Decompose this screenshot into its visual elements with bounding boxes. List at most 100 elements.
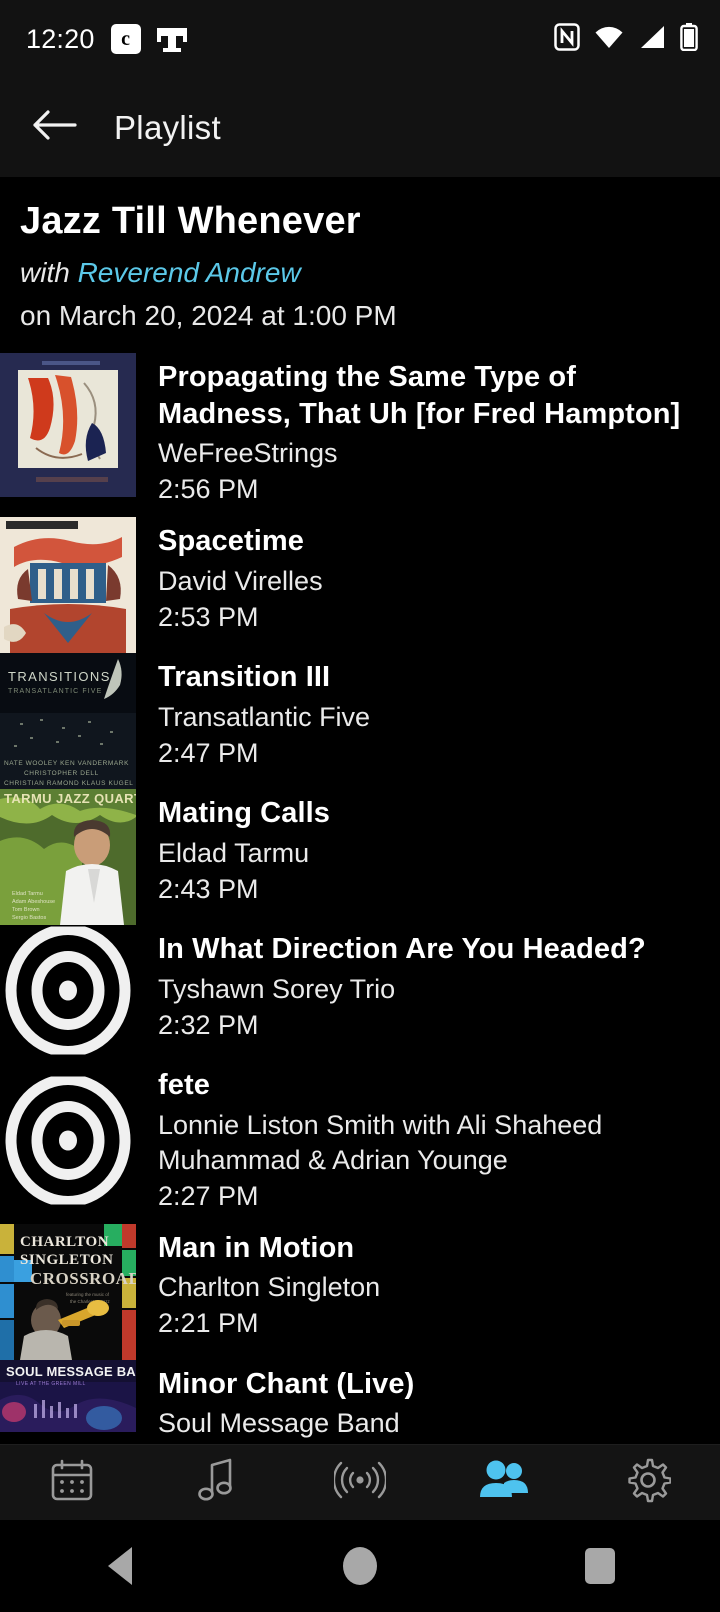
nav-item-live[interactable] <box>288 1445 432 1520</box>
track-title: Mating Calls <box>158 797 330 830</box>
svg-text:TARMU JAZZ QUARTET: TARMU JAZZ QUARTET <box>4 791 136 806</box>
carrier-badge-icon: c <box>110 24 141 54</box>
track-time: 2:47 PM <box>158 737 259 768</box>
album-art-thumbnail: TARMU JAZZ QUARTET Eldad Tarmu Adam Abes… <box>0 789 136 926</box>
track-row[interactable]: TARMU JAZZ QUARTET Eldad Tarmu Adam Abes… <box>0 789 720 926</box>
show-header: Jazz Till Whenever with Reverend Andrew … <box>0 177 720 341</box>
track-list: Propagating the Same Type of Madness, Th… <box>0 353 720 1444</box>
track-title: In What Direction Are You Headed? <box>158 933 646 966</box>
status-clock: 12:20 <box>26 23 95 54</box>
svg-text:CROSSROADS: CROSSROADS <box>30 1269 136 1288</box>
svg-text:TRANSATLANTIC FIVE: TRANSATLANTIC FIVE <box>8 688 102 695</box>
nfc-icon <box>554 22 580 56</box>
track-row[interactable]: Propagating the Same Type of Madness, Th… <box>0 353 720 518</box>
track-artist: WeFreeStrings <box>158 438 338 469</box>
track-artist: Charlton Singleton <box>158 1271 381 1302</box>
battery-icon <box>680 22 698 56</box>
status-bar-right <box>554 22 698 56</box>
svg-text:TRANSITIONS: TRANSITIONS <box>8 669 111 684</box>
album-art-thumbnail: TRANSITIONS TRANSATLANTIC FIVE NATE WOOL… <box>0 653 136 790</box>
track-info: Transition III Transatlantic Five 2:47 P… <box>136 653 720 780</box>
track-title: Minor Chant (Live) <box>158 1367 415 1400</box>
track-row[interactable]: TRANSITIONS TRANSATLANTIC FIVE NATE WOOL… <box>0 653 720 790</box>
host-link[interactable]: Reverend Andrew <box>78 257 301 288</box>
app-bar: Playlist <box>0 78 720 177</box>
placeholder-vinyl-icon <box>4 925 132 1060</box>
track-row[interactable]: CHARLTON SINGLETON CROSSROADS featuring … <box>0 1223 720 1360</box>
svg-text:CHRISTIAN RAMOND KLAUS KUGEL: CHRISTIAN RAMOND KLAUS KUGEL <box>4 780 134 787</box>
back-button[interactable] <box>26 100 82 156</box>
track-info: Spacetime David Virelles 2:53 PM <box>136 517 720 644</box>
placeholder-vinyl-icon <box>4 1073 132 1209</box>
svg-text:CHRISTOPHER DELL: CHRISTOPHER DELL <box>24 770 99 777</box>
track-title: Man in Motion <box>158 1231 355 1264</box>
track-row[interactable]: fete Lonnie Liston Smith with Ali Shahee… <box>0 1061 720 1224</box>
nav-item-schedule[interactable] <box>0 1445 144 1520</box>
track-row[interactable]: In What Direction Are You Headed? Tyshaw… <box>0 925 720 1062</box>
system-back-button[interactable] <box>0 1547 240 1585</box>
album-art-thumbnail: CHARLTON SINGLETON CROSSROADS featuring … <box>0 1223 136 1360</box>
track-time: 2:56 PM <box>158 474 259 505</box>
with-label: with <box>20 256 78 288</box>
track-row[interactable]: Spacetime David Virelles 2:53 PM <box>0 517 720 654</box>
track-artist: Soul Message Band <box>158 1407 400 1438</box>
track-artist: David Virelles <box>158 565 323 596</box>
show-host-line: with Reverend Andrew <box>20 256 700 290</box>
svg-text:CHARLTON: CHARLTON <box>20 1234 109 1250</box>
show-datetime: on March 20, 2024 at 1:00 PM <box>20 300 397 332</box>
status-bar-left: 12:20 c <box>26 24 187 55</box>
bottom-navigation-bar <box>0 1444 720 1520</box>
svg-text:Adam Abeshouse: Adam Abeshouse <box>12 899 55 905</box>
album-art-thumbnail <box>0 517 136 654</box>
svg-text:featuring the music of: featuring the music of <box>66 1292 110 1297</box>
album-art-thumbnail <box>0 925 136 1062</box>
svg-text:SINGLETON: SINGLETON <box>20 1252 113 1268</box>
track-title: fete <box>158 1069 210 1102</box>
track-artist: Eldad Tarmu <box>158 837 310 868</box>
page-title: Playlist <box>114 108 221 146</box>
svg-text:SOUL MESSAGE BAND: SOUL MESSAGE BAND <box>6 1364 136 1379</box>
track-artist: Tyshawn Sorey Trio <box>158 973 396 1004</box>
track-title: Transition III <box>158 661 331 694</box>
track-title: Propagating the Same Type of Madness, Th… <box>158 361 681 431</box>
track-time: 2:53 PM <box>158 601 259 632</box>
track-time: 2:21 PM <box>158 1308 259 1339</box>
calendar-icon <box>49 1457 95 1508</box>
track-info: Propagating the Same Type of Madness, Th… <box>136 353 720 517</box>
nav-item-settings[interactable] <box>576 1445 720 1520</box>
music-note-icon <box>196 1457 236 1508</box>
cellular-signal-icon <box>638 25 666 54</box>
recents-square-icon <box>585 1548 615 1584</box>
album-art-thumbnail <box>0 1061 136 1224</box>
system-recents-button[interactable] <box>480 1548 720 1584</box>
t-mobile-logo-icon <box>156 24 187 54</box>
track-artist: Lonnie Liston Smith with Ali Shaheed Muh… <box>158 1109 603 1175</box>
track-info: Minor Chant (Live) Soul Message Band <box>136 1360 720 1444</box>
nav-item-hosts[interactable] <box>432 1445 576 1520</box>
track-title: Spacetime <box>158 525 304 558</box>
track-row[interactable]: SOUL MESSAGE BAND LIVE AT THE GREEN MILL <box>0 1359 720 1444</box>
android-system-nav <box>0 1520 720 1612</box>
phone-screen: 12:20 c Playlist Jazz Till Whenever with… <box>0 0 720 1612</box>
svg-text:Sergio Bastos: Sergio Bastos <box>12 915 46 921</box>
track-info: In What Direction Are You Headed? Tyshaw… <box>136 925 720 1052</box>
broadcast-icon <box>332 1460 388 1505</box>
album-art-thumbnail <box>0 353 136 518</box>
system-home-button[interactable] <box>240 1547 480 1585</box>
album-art-thumbnail: SOUL MESSAGE BAND LIVE AT THE GREEN MILL <box>0 1359 136 1444</box>
nav-item-music[interactable] <box>144 1445 288 1520</box>
svg-text:NATE WOOLEY KEN VANDERMARK: NATE WOOLEY KEN VANDERMARK <box>4 760 129 767</box>
people-icon <box>478 1459 530 1506</box>
track-time: 2:43 PM <box>158 873 259 904</box>
track-info: Mating Calls Eldad Tarmu 2:43 PM <box>136 789 720 916</box>
back-arrow-icon <box>31 108 77 147</box>
track-info: fete Lonnie Liston Smith with Ali Shahee… <box>136 1061 720 1223</box>
home-circle-icon <box>343 1547 377 1585</box>
gear-icon <box>625 1457 672 1508</box>
playlist-content: Jazz Till Whenever with Reverend Andrew … <box>0 177 720 1444</box>
track-info: Man in Motion Charlton Singleton 2:21 PM <box>136 1224 720 1351</box>
track-time: 2:32 PM <box>158 1009 259 1040</box>
svg-text:Tom Brown: Tom Brown <box>12 907 40 913</box>
wifi-icon <box>594 25 624 54</box>
svg-text:LIVE AT THE GREEN MILL: LIVE AT THE GREEN MILL <box>16 1381 86 1387</box>
